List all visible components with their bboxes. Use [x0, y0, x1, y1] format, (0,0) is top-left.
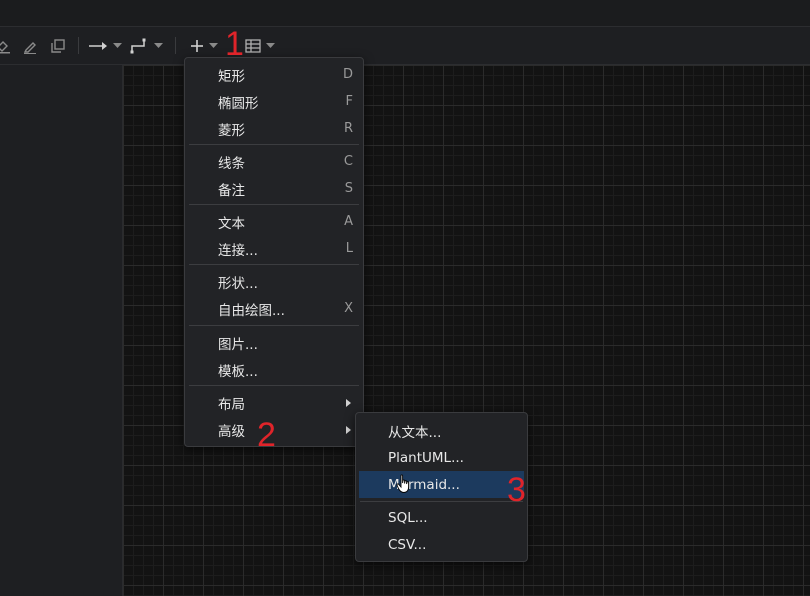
menu-item-shortcut: D [342, 67, 353, 82]
menu-item-image[interactable]: 图片... [185, 329, 363, 356]
menu-item-shortcut: F [345, 94, 353, 109]
advanced-submenu: 从文本... PlantUML... Mermaid... SQL... CSV… [355, 412, 528, 562]
waypoints-icon[interactable] [129, 27, 149, 64]
menu-item-label: 菱形 [218, 122, 245, 139]
menu-separator [189, 204, 359, 205]
menu-item-shortcut: C [343, 154, 353, 169]
menu-item-label: 形状... [218, 275, 258, 292]
menu-separator [189, 144, 359, 145]
menu-item-line[interactable]: 线条 C [185, 148, 363, 175]
menu-item-label: 模板... [218, 363, 258, 380]
menu-item-shortcut: A [344, 214, 353, 229]
menu-item-shortcut: X [344, 301, 353, 316]
menu-item-label: 从文本... [388, 424, 442, 441]
submenu-item-plantuml[interactable]: PlantUML... [356, 444, 527, 471]
submenu-item-sql[interactable]: SQL... [356, 504, 527, 531]
menu-separator [189, 385, 359, 386]
menu-item-rectangle[interactable]: 矩形 D [185, 61, 363, 88]
title-bar [0, 0, 810, 27]
menu-item-label: 图片... [218, 336, 258, 353]
menu-item-label: 自由绘图... [218, 302, 285, 319]
toolbar-separator [78, 37, 79, 54]
connection-arrow-icon[interactable] [87, 27, 109, 64]
submenu-arrow-icon [346, 426, 351, 434]
menu-item-layout[interactable]: 布局 [185, 389, 363, 416]
menu-item-label: 布局 [218, 396, 245, 413]
annotation-step-2: 2 [257, 416, 276, 454]
hand-cursor-icon [396, 474, 412, 498]
menu-item-link[interactable]: 连接... L [185, 235, 363, 262]
fill-color-icon[interactable] [0, 27, 12, 64]
submenu-item-mermaid[interactable]: Mermaid... [359, 471, 524, 498]
chevron-down-icon[interactable] [113, 27, 122, 64]
submenu-item-from-text[interactable]: 从文本... [356, 417, 527, 444]
menu-separator [360, 501, 523, 502]
menu-item-shapes[interactable]: 形状... [185, 268, 363, 295]
menu-separator [189, 264, 359, 265]
menu-item-text[interactable]: 文本 A [185, 208, 363, 235]
shadow-icon[interactable] [48, 27, 68, 64]
menu-separator [189, 325, 359, 326]
menu-item-template[interactable]: 模板... [185, 356, 363, 383]
menu-item-label: 备注 [218, 182, 245, 199]
submenu-arrow-icon [346, 399, 351, 407]
chevron-down-icon[interactable] [154, 27, 163, 64]
menu-item-label: 椭圆形 [218, 95, 259, 112]
menu-item-label: 高级 [218, 423, 245, 440]
annotation-step-1: 1 [225, 25, 244, 63]
menu-item-rhombus[interactable]: 菱形 R [185, 115, 363, 142]
menu-item-freehand[interactable]: 自由绘图... X [185, 295, 363, 322]
menu-item-shortcut: R [343, 121, 353, 136]
menu-item-label: SQL... [388, 509, 428, 526]
menu-item-label: 文本 [218, 215, 245, 232]
submenu-item-csv[interactable]: CSV... [356, 531, 527, 558]
menu-item-label: 连接... [218, 242, 258, 259]
toolbar-separator [175, 37, 176, 54]
format-sidebar [0, 65, 123, 596]
menu-item-shortcut: S [344, 181, 353, 196]
insert-menu: 矩形 D 椭圆形 F 菱形 R 线条 C 备注 S 文本 A 连接... L 形… [184, 57, 364, 447]
menu-item-ellipse[interactable]: 椭圆形 F [185, 88, 363, 115]
menu-item-label: 线条 [218, 155, 245, 172]
menu-item-note[interactable]: 备注 S [185, 175, 363, 202]
annotation-step-3: 3 [507, 471, 526, 509]
menu-item-label: 矩形 [218, 68, 245, 85]
line-color-icon[interactable] [20, 27, 40, 64]
menu-item-label: PlantUML... [388, 449, 464, 466]
toolbar [0, 27, 810, 65]
menu-item-label: CSV... [388, 536, 427, 553]
menu-item-shortcut: L [345, 241, 353, 256]
